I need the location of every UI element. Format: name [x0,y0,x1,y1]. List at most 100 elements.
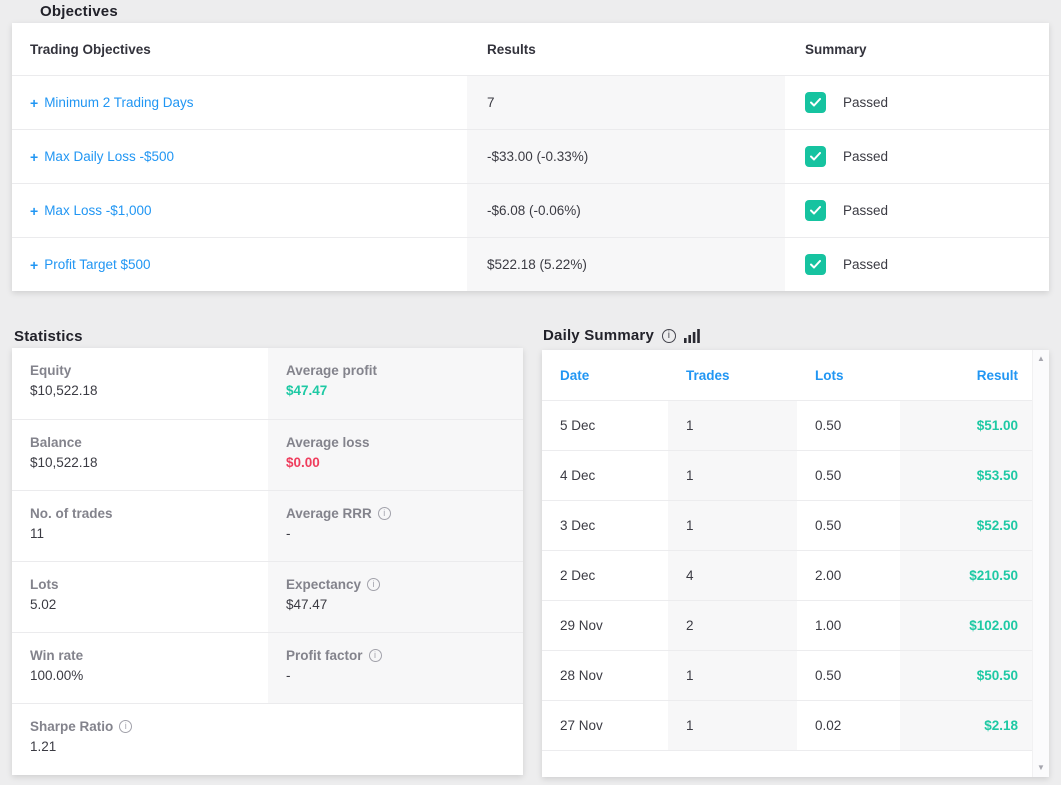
stat-label: Average profit [286,363,377,378]
info-icon[interactable]: i [662,329,676,343]
objectives-table-header: Trading Objectives Results Summary [12,23,1049,75]
statistics-grid: Equity$10,522.18 Average profit $47.47 Bala… [12,348,523,774]
daily-summary-row: 2 Dec 4 2.00 $210.50 [542,550,1032,600]
objective-status: Passed [843,95,888,110]
stat-label: Average loss [286,435,370,450]
column-header-lots[interactable]: Lots [797,350,900,400]
stat-value: $10,522.18 [30,383,268,398]
daily-date-cell: 5 Dec [542,401,668,450]
objective-link[interactable]: + Max Loss -$1,000 [30,203,152,219]
stat-value: $0.00 [286,455,523,470]
info-icon[interactable]: i [119,720,132,733]
daily-lots-cell: 0.02 [797,701,900,750]
objective-result: 7 [467,76,785,129]
daily-summary-row: 28 Nov 1 0.50 $50.50 [542,650,1032,700]
statistics-row: Balance$10,522.18 Average loss $0.00 [12,419,523,490]
daily-date-cell: 28 Nov [542,651,668,700]
statistics-row: Win rate 100.00% Profit factor i - [12,632,523,703]
info-icon[interactable]: i [369,649,382,662]
statistics-row: No. of trades 11 Average RRR i - [12,490,523,561]
bar-chart-icon[interactable] [684,329,700,343]
column-header-trades[interactable]: Trades [668,350,797,400]
objective-row: + Profit Target $500 $522.18 (5.22%) Pas… [12,237,1049,291]
daily-trades-cell: 1 [668,451,797,500]
objectives-section-title: Objectives [40,3,118,20]
stat-value: - [286,668,523,683]
stat-average-profit: Average profit $47.47 [268,348,523,419]
objective-status: Passed [843,149,888,164]
daily-trades-cell: 1 [668,501,797,550]
stat-label: No. of trades [30,506,113,521]
objective-row: + Max Loss -$1,000 -$6.08 (-0.06%) Passe… [12,183,1049,237]
daily-lots-cell: 0.50 [797,501,900,550]
stat-equity: Equity$10,522.18 [12,348,268,419]
stat-value: - [286,526,523,541]
stat-balance: Balance$10,522.18 [12,420,268,490]
column-header-result[interactable]: Result [900,350,1032,400]
objective-link[interactable]: + Minimum 2 Trading Days [30,95,194,111]
stat-label: Win rate [30,648,83,663]
objective-row: + Minimum 2 Trading Days 7 Passed [12,75,1049,129]
passed-checkbox-icon [805,200,826,221]
stat-lots: Lots5.02 [12,562,268,632]
stat-average-loss: Average loss $0.00 [268,420,523,490]
expand-plus-icon[interactable]: + [30,149,38,165]
objective-name[interactable]: Profit Target $500 [44,257,150,272]
objective-result: -$33.00 (-0.33%) [467,130,785,183]
daily-lots-cell: 0.50 [797,401,900,450]
stat-value: 1.21 [30,739,523,754]
objective-link[interactable]: + Profit Target $500 [30,257,151,273]
objective-result: -$6.08 (-0.06%) [467,184,785,237]
stat-label: Expectancy [286,577,361,592]
column-header-summary: Summary [785,23,1049,75]
statistics-row: Equity$10,522.18 Average profit $47.47 [12,348,523,419]
daily-result-cell: $50.50 [900,651,1032,700]
stat-label: Profit factor [286,648,363,663]
stat-label: Lots [30,577,59,592]
daily-result-cell: $52.50 [900,501,1032,550]
objective-link[interactable]: + Max Daily Loss -$500 [30,149,174,165]
info-icon[interactable]: i [367,578,380,591]
stat-value: 100.00% [30,668,268,683]
info-icon[interactable]: i [378,507,391,520]
objective-row: + Max Daily Loss -$500 -$33.00 (-0.33%) … [12,129,1049,183]
daily-summary-section-title: Daily Summary i [543,327,700,344]
objective-name[interactable]: Max Loss -$1,000 [44,203,151,218]
daily-summary-row: 27 Nov 1 0.02 $2.18 [542,700,1032,750]
column-header-date[interactable]: Date [542,350,668,400]
stat-value: 11 [30,526,268,541]
statistics-section-title: Statistics [14,328,83,345]
daily-summary-row: 29 Nov 2 1.00 $102.00 [542,600,1032,650]
expand-plus-icon[interactable]: + [30,257,38,273]
daily-date-cell: 4 Dec [542,451,668,500]
daily-trades-cell: 1 [668,651,797,700]
stat-value: $47.47 [286,597,523,612]
objective-name[interactable]: Minimum 2 Trading Days [44,95,193,110]
stat-label: Average RRR [286,506,372,521]
stat-sharpe-ratio: Sharpe Ratioi1.21 [12,704,523,774]
stat-profit-factor: Profit factor i - [268,633,523,703]
stat-value: $47.47 [286,383,523,398]
daily-lots-cell: 1.00 [797,601,900,650]
daily-summary-row: 3 Dec 1 0.50 $52.50 [542,500,1032,550]
daily-date-cell: 27 Nov [542,701,668,750]
objective-status: Passed [843,257,888,272]
daily-summary-row: 5 Dec 1 0.50 $51.00 [542,400,1032,450]
expand-plus-icon[interactable]: + [30,203,38,219]
passed-checkbox-icon [805,92,826,113]
daily-summary-scrollbar[interactable]: ▲ ▼ [1032,350,1049,777]
stat-value: $10,522.18 [30,455,268,470]
daily-trades-cell: 4 [668,551,797,600]
expand-plus-icon[interactable]: + [30,95,38,111]
scroll-down-icon[interactable]: ▼ [1037,764,1045,772]
statistics-row: Sharpe Ratioi1.21 [12,703,523,774]
passed-checkbox-icon [805,254,826,275]
daily-summary-table-body: 5 Dec 1 0.50 $51.00 4 Dec 1 0.50 $53.50 … [542,400,1032,750]
scroll-up-icon[interactable]: ▲ [1037,355,1045,363]
daily-trades-cell: 2 [668,601,797,650]
daily-table-filler [542,750,1032,776]
daily-result-cell: $2.18 [900,701,1032,750]
daily-date-cell: 2 Dec [542,551,668,600]
stat-expectancy: Expectancy i $47.47 [268,562,523,632]
objective-name[interactable]: Max Daily Loss -$500 [44,149,174,164]
